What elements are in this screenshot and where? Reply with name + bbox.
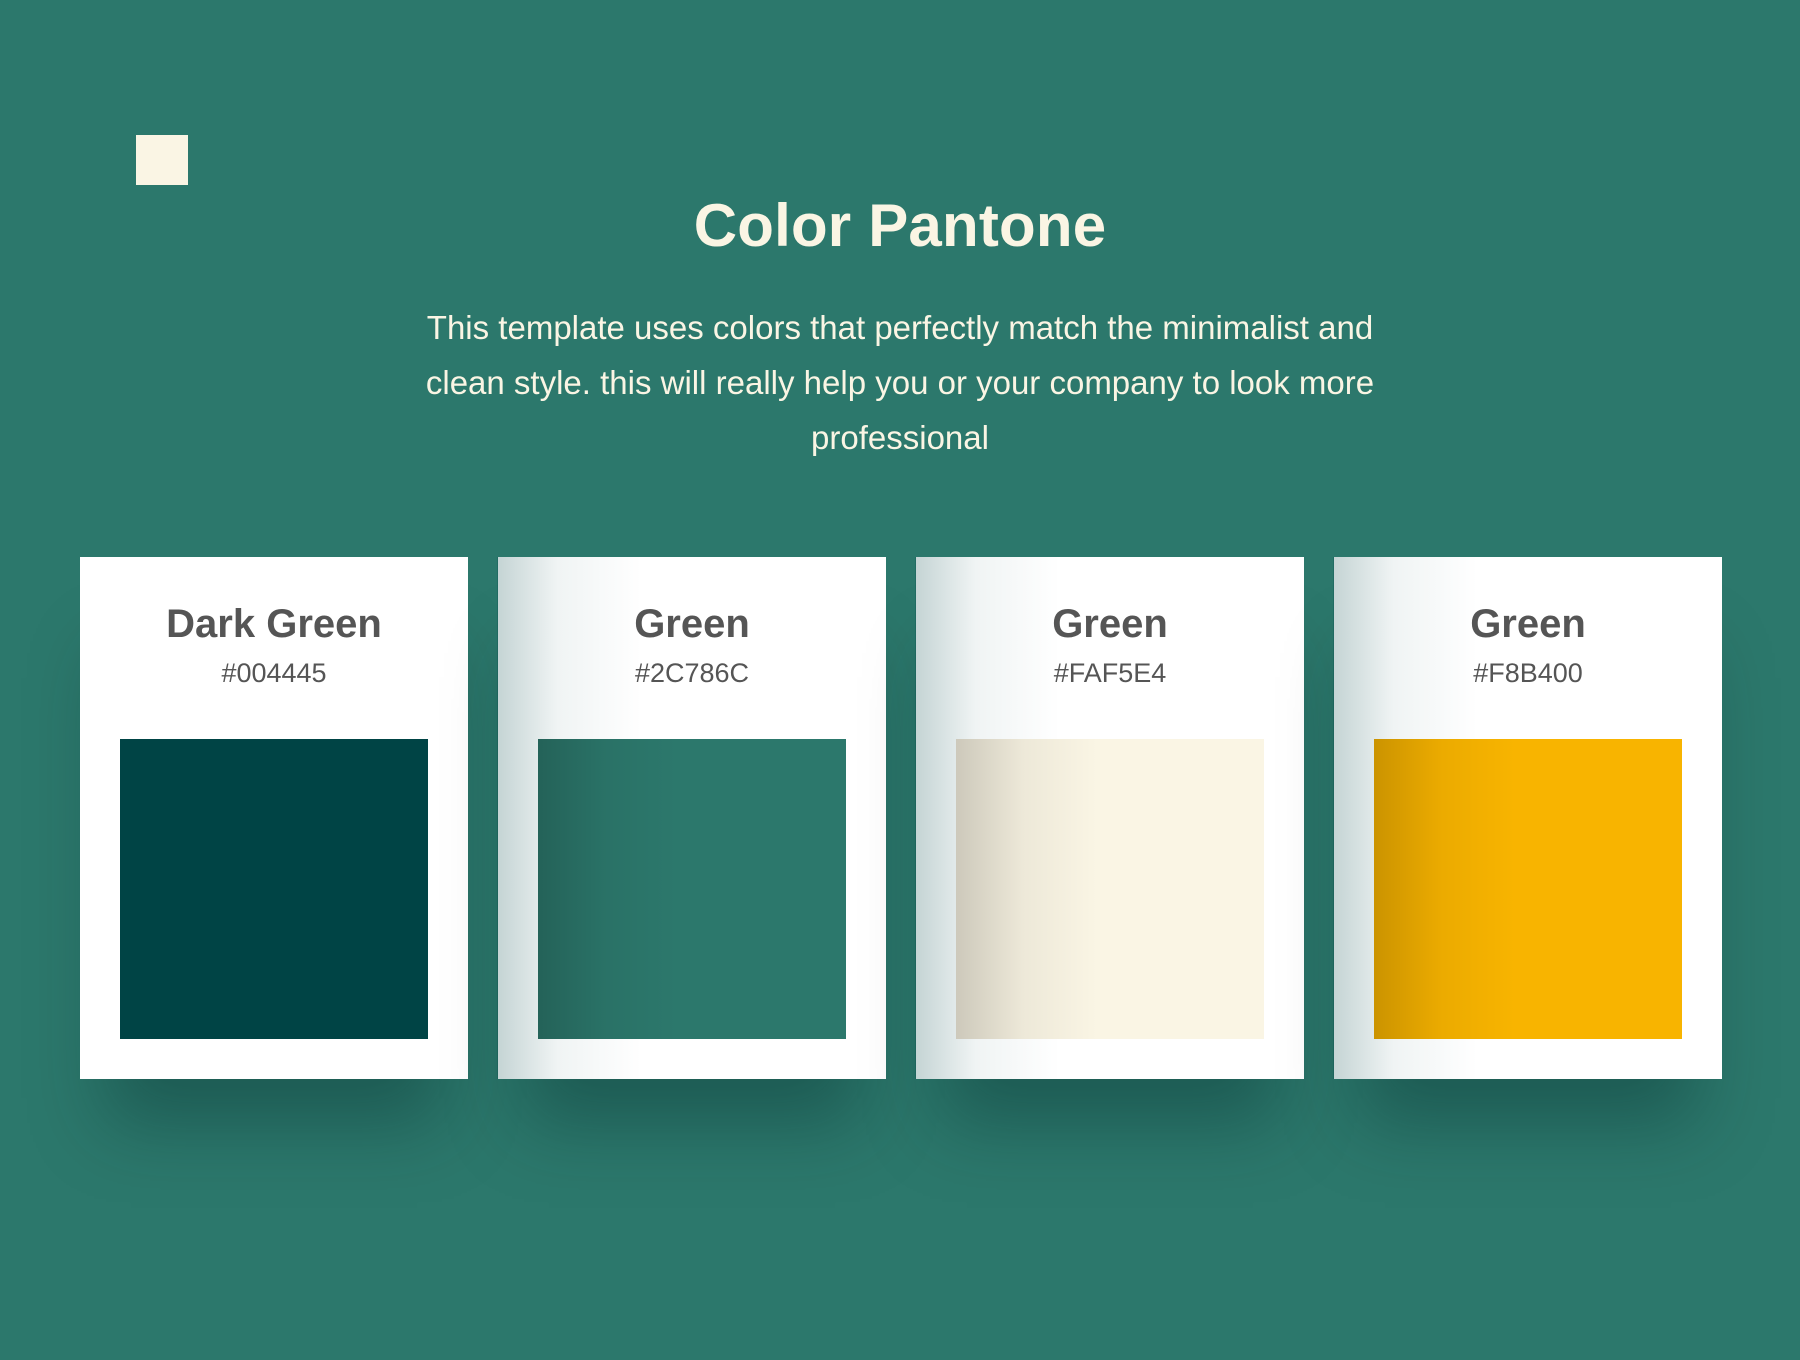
color-card-list: Dark Green #004445 Green #2C786C Green #… (80, 557, 1722, 1080)
color-pantone-slide: Color Pantone This template uses colors … (0, 0, 1800, 1360)
color-swatch (1374, 739, 1682, 1039)
color-card-green: Green #2C786C (497, 557, 886, 1079)
color-name: Green (1052, 602, 1168, 646)
page-title: Color Pantone (693, 192, 1107, 259)
color-hex-code: #2C786C (634, 658, 750, 688)
swatch-shadow-overlay (1374, 739, 1682, 1039)
color-swatch (120, 739, 428, 1039)
swatch-shadow-overlay (956, 739, 1264, 1039)
color-swatch (956, 739, 1264, 1039)
page-description: This template uses colors that perfectly… (425, 309, 1375, 456)
color-swatch (538, 739, 846, 1039)
color-name: Dark Green (166, 602, 382, 646)
color-card-cream: Green #FAF5E4 (915, 557, 1304, 1079)
color-name: Green (634, 602, 750, 646)
color-card-yellow: Green #F8B400 (1333, 557, 1722, 1079)
color-hex-code: #FAF5E4 (1053, 658, 1167, 688)
logo-square (136, 135, 188, 185)
color-name: Green (1470, 602, 1586, 646)
color-hex-code: #004445 (221, 658, 327, 688)
color-hex-code: #F8B400 (1473, 658, 1583, 688)
swatch-shadow-overlay (538, 739, 846, 1039)
color-card-dark-green: Dark Green #004445 (80, 557, 468, 1079)
